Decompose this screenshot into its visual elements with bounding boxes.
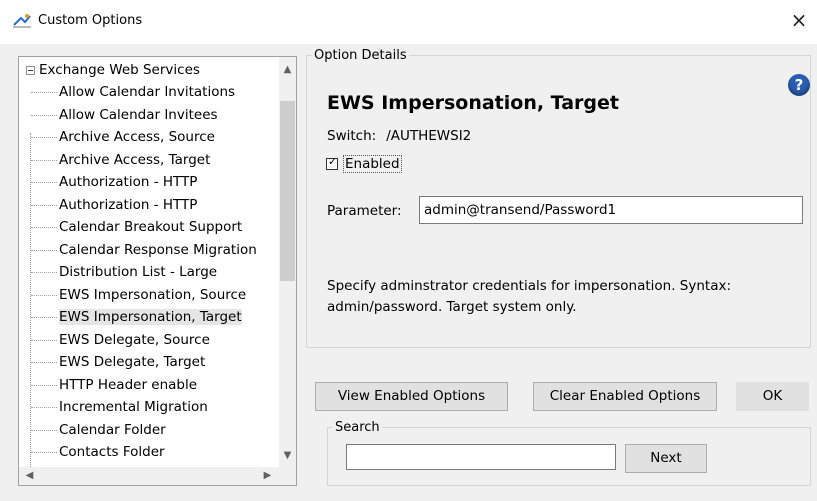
- tree-item-label: EWS Impersonation, Target: [59, 309, 242, 325]
- search-legend: Search: [335, 420, 380, 435]
- tree-connector: [31, 249, 57, 251]
- tree-item[interactable]: Calendar Folder: [59, 419, 166, 441]
- tree-item-label: EWS Delegate, Source: [59, 331, 210, 348]
- tree-root-label: Exchange Web Services: [39, 62, 200, 78]
- tree-item[interactable]: EWS Delegate, Target: [59, 351, 205, 373]
- tree-item[interactable]: Allow Calendar Invitations: [59, 81, 235, 103]
- tree-item-label: Distribution List - Large: [59, 264, 218, 280]
- enabled-label[interactable]: Enabled: [343, 155, 402, 173]
- tree-item-label: Calendar Response Migration: [59, 241, 257, 258]
- ok-button[interactable]: OK: [736, 382, 809, 411]
- tree-connector: [31, 272, 57, 273]
- tree-connector: [31, 317, 57, 318]
- switch-value: /AUTHEWSI2: [386, 128, 472, 144]
- tree-item-label: Allow Calendar Invitees: [59, 106, 218, 123]
- tree-connector: [31, 204, 57, 206]
- option-description: Specify adminstrator credentials for imp…: [327, 278, 732, 315]
- tree-item[interactable]: Archive Access, Source: [59, 126, 215, 148]
- tree-connector: [31, 339, 57, 341]
- title-bar: Custom Options ×: [0, 0, 817, 44]
- next-button[interactable]: Next: [625, 444, 707, 473]
- clear-enabled-options-label: Clear Enabled Options: [549, 388, 701, 404]
- parameter-label: Parameter:: [327, 203, 402, 219]
- option-title: EWS Impersonation, Target: [327, 92, 619, 114]
- tree-connector: [31, 407, 57, 408]
- tree-connector: [31, 452, 57, 453]
- switch-label: Switch:: [327, 128, 377, 144]
- tree-connector: [31, 362, 57, 363]
- tree-root-exchange-web-services[interactable]: Exchange Web Services: [26, 59, 200, 81]
- scroll-left-icon[interactable]: ◀: [21, 467, 38, 485]
- tree-item-label: Contacts Folder: [59, 444, 165, 460]
- tree-item-label: Authorization - HTTP: [59, 174, 198, 190]
- tree-connector: [31, 227, 57, 228]
- close-icon[interactable]: ×: [787, 8, 811, 32]
- tree-item[interactable]: Calendar Breakout Support: [59, 216, 242, 238]
- ok-label: OK: [762, 388, 783, 404]
- scroll-up-icon[interactable]: ▲: [279, 61, 296, 78]
- help-icon[interactable]: ?: [788, 74, 810, 96]
- tree-connector: [31, 429, 57, 431]
- options-tree[interactable]: Exchange Web Services Allow Calendar Inv…: [18, 56, 297, 486]
- tree-item-label: Authorization - HTTP: [59, 196, 198, 213]
- tree-item[interactable]: EWS Impersonation, Target: [59, 306, 242, 328]
- tree-item[interactable]: Authorization - HTTP: [59, 171, 197, 193]
- tree-connector: [31, 384, 57, 386]
- checkbox-checked-icon[interactable]: [326, 155, 338, 170]
- tree-horizontal-scrollbar[interactable]: ◀ ▶: [19, 467, 296, 485]
- tree-item-label: Incremental Migration: [59, 399, 208, 415]
- collapse-icon[interactable]: [26, 66, 35, 75]
- tree-connector: [31, 294, 57, 296]
- tree-vertical-scrollbar[interactable]: ▲ ▼: [279, 57, 296, 468]
- tree-item-label: Calendar Breakout Support: [59, 219, 243, 235]
- option-details-legend: Option Details: [314, 48, 407, 63]
- tree-item[interactable]: Allow Calendar Invitees: [59, 104, 218, 126]
- search-input[interactable]: [346, 444, 616, 470]
- tree-item-label: Archive Access, Target: [59, 151, 211, 168]
- tree-item[interactable]: Authorization - HTTP: [59, 194, 197, 216]
- view-enabled-options-button[interactable]: View Enabled Options: [315, 382, 508, 411]
- enabled-checkbox[interactable]: Enabled: [326, 155, 402, 173]
- app-icon: [13, 14, 31, 28]
- tree-guide-line: [30, 133, 31, 485]
- tree-item[interactable]: EWS Delegate, Source: [59, 329, 210, 351]
- view-enabled-options-label: View Enabled Options: [337, 388, 486, 404]
- tree-item[interactable]: EWS Impersonation, Source: [59, 284, 246, 306]
- tree-connector: [31, 159, 57, 161]
- clear-enabled-options-button[interactable]: Clear Enabled Options: [533, 382, 717, 411]
- tree-connector: [31, 137, 57, 138]
- tree-item-label: EWS Impersonation, Source: [59, 286, 247, 303]
- window-title: Custom Options: [38, 13, 143, 28]
- scroll-down-icon[interactable]: ▼: [279, 447, 296, 464]
- tree-item[interactable]: Distribution List - Large: [59, 261, 217, 283]
- tree-item-label: Archive Access, Source: [59, 129, 215, 145]
- tree-item-label: HTTP Header enable: [59, 376, 198, 393]
- parameter-input[interactable]: [419, 196, 803, 224]
- tree-connector: [31, 114, 57, 116]
- tree-item-label: Allow Calendar Invitations: [59, 84, 236, 100]
- scroll-right-icon[interactable]: ▶: [259, 467, 276, 485]
- tree-item[interactable]: Archive Access, Target: [59, 149, 210, 171]
- tree-connector: [31, 182, 57, 183]
- scroll-thumb[interactable]: [280, 101, 295, 281]
- tree-item[interactable]: Contacts Folder: [59, 441, 165, 463]
- tree-item-label: Calendar Folder: [59, 421, 166, 438]
- tree-item-label: EWS Delegate, Target: [59, 354, 206, 370]
- tree-connector: [31, 92, 57, 93]
- tree-item[interactable]: Calendar Response Migration: [59, 239, 257, 261]
- next-label: Next: [650, 450, 682, 466]
- tree-item[interactable]: Incremental Migration: [59, 396, 208, 418]
- tree-item[interactable]: HTTP Header enable: [59, 374, 197, 396]
- switch-row: Switch: /AUTHEWSI2: [327, 128, 471, 144]
